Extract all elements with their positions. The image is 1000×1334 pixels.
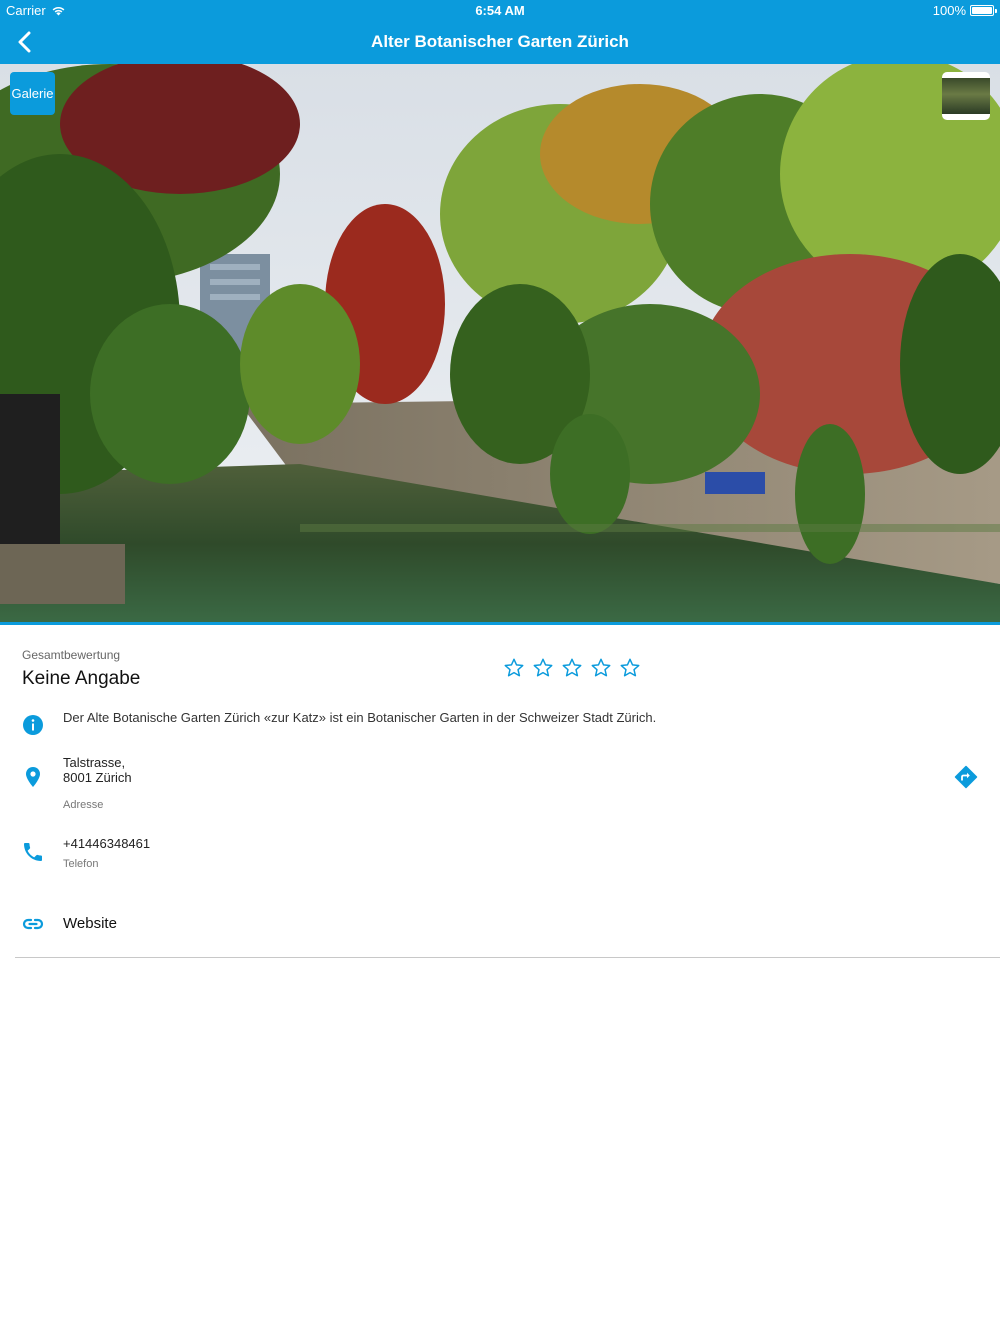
star-icon[interactable] <box>619 657 641 679</box>
battery-percent: 100% <box>932 3 966 18</box>
gallery-button[interactable]: Galerie <box>10 72 55 115</box>
phone-icon <box>24 843 42 861</box>
battery-icon <box>970 5 997 16</box>
star-rating[interactable] <box>503 657 641 679</box>
status-bar: Carrier 6:54 AM 100% <box>0 0 1000 20</box>
rating-label: Gesamtbewertung <box>22 648 121 662</box>
section-divider <box>15 957 1000 958</box>
address-line2: 8001 Zürich <box>63 770 132 785</box>
address-label: Adresse <box>63 799 104 811</box>
phone-label: Telefon <box>63 858 99 870</box>
star-icon[interactable] <box>532 657 554 679</box>
rating-value: Keine Angabe <box>22 668 141 689</box>
chevron-left-icon <box>18 31 31 53</box>
star-icon[interactable] <box>503 657 525 679</box>
thumbnail-image <box>942 78 990 114</box>
star-icon[interactable] <box>590 657 612 679</box>
description-text: Der Alte Botanische Garten Zürich «zur K… <box>63 710 657 725</box>
star-icon[interactable] <box>561 657 583 679</box>
website-link-row[interactable] <box>0 900 1000 948</box>
hero-image[interactable] <box>0 64 1000 624</box>
page-title: Alter Botanischer Garten Zürich <box>371 32 629 51</box>
address-text[interactable]: Talstrasse, 8001 Zürich <box>63 755 132 785</box>
image-thumbnail-button[interactable] <box>942 72 990 120</box>
top-bar: Carrier 6:54 AM 100% Alter Botanischer G… <box>0 0 1000 64</box>
clock: 6:54 AM <box>475 3 525 18</box>
directions-icon[interactable] <box>954 765 978 789</box>
back-button[interactable] <box>8 26 40 58</box>
garden-photo <box>0 64 1000 624</box>
hero-accent-line <box>0 622 1000 625</box>
address-line1: Talstrasse, <box>63 755 126 770</box>
phone-number[interactable]: +41446348461 <box>63 836 150 851</box>
battery-indicator: 100% <box>932 3 997 18</box>
navigation-bar: Alter Botanischer Garten Zürich <box>0 20 1000 64</box>
website-link[interactable]: Website <box>63 915 117 932</box>
link-icon <box>22 918 44 930</box>
info-icon <box>23 715 43 735</box>
location-pin-icon <box>26 767 40 787</box>
